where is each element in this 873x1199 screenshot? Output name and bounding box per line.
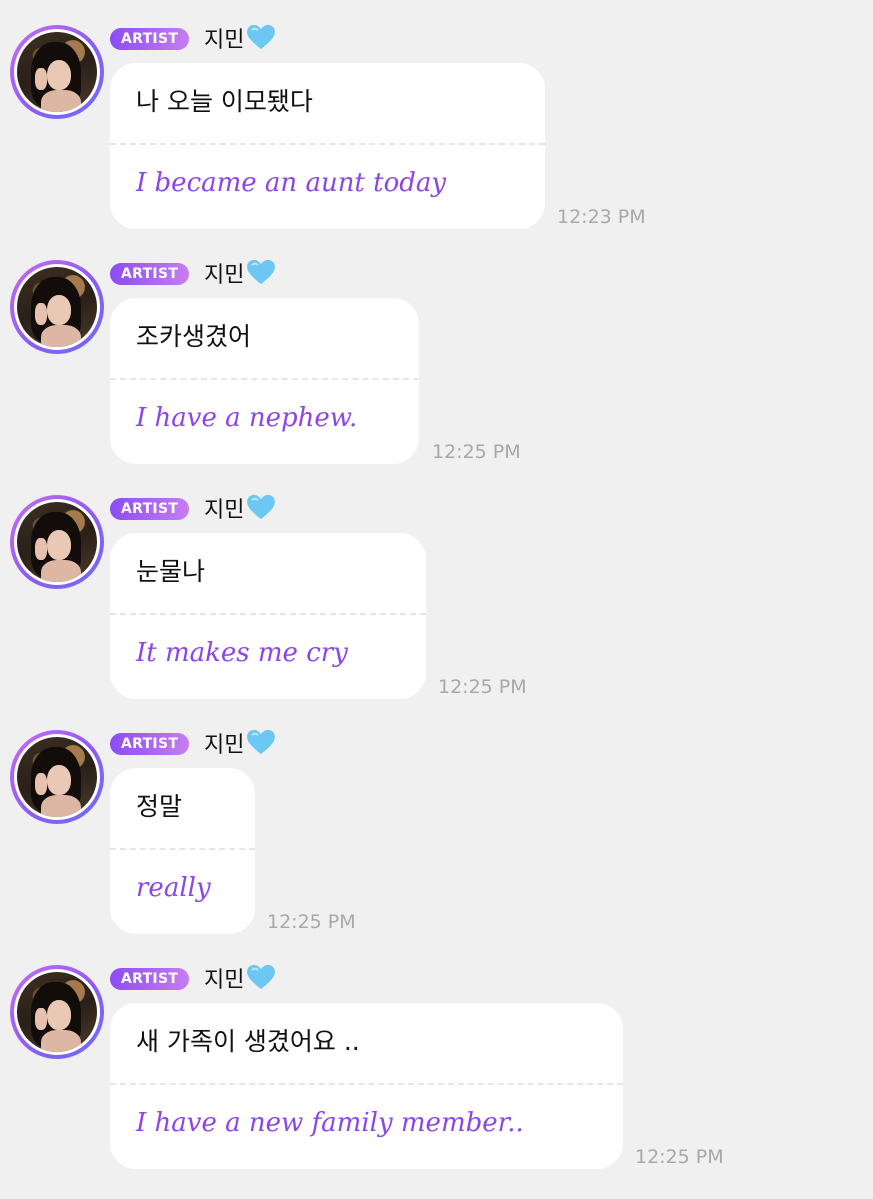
message-text: 정말: [136, 792, 183, 821]
artist-badge: ARTIST: [110, 498, 190, 520]
message-bubble[interactable]: 눈물나 It makes me cry: [110, 533, 426, 699]
avatar-photo: [17, 737, 97, 817]
avatar-ring: [14, 264, 100, 350]
sender-name: 지민: [204, 968, 245, 993]
chat-message: ARTIST 지민 새 가족이 생겼어요 .. I have a new fam…: [0, 940, 873, 1175]
chat-message: ARTIST 지민 나 오늘 이모됐다 I became an aunt tod…: [0, 0, 873, 235]
chat-message: ARTIST 지민 정말 really 12:25 PM: [0, 705, 873, 940]
message-text: 새 가족이 생겼어요 ..: [136, 1027, 360, 1056]
artist-avatar[interactable]: [10, 25, 104, 119]
sender-name: 지민: [204, 28, 245, 53]
sender-name-row: 지민: [204, 964, 276, 994]
light-blue-heart-icon: [247, 729, 276, 755]
bubble-divider: [110, 143, 545, 145]
sender-name-row: 지민: [204, 259, 276, 289]
avatar-photo: [17, 32, 97, 112]
message-bubble[interactable]: 정말 really: [110, 768, 255, 934]
translation-text: I have a nephew.: [136, 403, 358, 433]
sender-name: 지민: [204, 498, 245, 523]
artist-avatar[interactable]: [10, 965, 104, 1059]
bubble-divider: [110, 378, 419, 380]
light-blue-heart-icon: [247, 494, 276, 520]
sender-name-row: 지민: [204, 24, 276, 54]
avatar-ring: [14, 29, 100, 115]
sender-name-row: 지민: [204, 494, 276, 524]
translation-text: I became an aunt today: [136, 168, 447, 198]
message-timestamp: 12:25 PM: [635, 1146, 724, 1168]
translation-text: I have a new family member..: [136, 1108, 524, 1138]
message-bubble[interactable]: 나 오늘 이모됐다 I became an aunt today: [110, 63, 545, 229]
sender-name-row: 지민: [204, 729, 276, 759]
artist-badge: ARTIST: [110, 733, 190, 755]
bubble-divider: [110, 848, 255, 850]
chat-message: ARTIST 지민 눈물나 It makes me cry 12:25 PM: [0, 470, 873, 705]
light-blue-heart-icon: [247, 964, 276, 990]
artist-avatar[interactable]: [10, 730, 104, 824]
avatar-ring: [14, 969, 100, 1055]
message-text: 조카생겼어: [136, 322, 252, 351]
message-timestamp: 12:25 PM: [438, 676, 527, 698]
translation-text: really: [136, 873, 211, 903]
avatar-photo: [17, 972, 97, 1052]
artist-badge: ARTIST: [110, 968, 190, 990]
artist-badge: ARTIST: [110, 28, 190, 50]
message-timestamp: 12:23 PM: [557, 206, 646, 228]
translation-text: It makes me cry: [136, 638, 348, 668]
bubble-divider: [110, 1083, 623, 1085]
avatar-ring: [14, 734, 100, 820]
light-blue-heart-icon: [247, 24, 276, 50]
message-bubble[interactable]: 조카생겼어 I have a nephew.: [110, 298, 419, 464]
artist-badge: ARTIST: [110, 263, 190, 285]
message-text: 눈물나: [136, 557, 206, 586]
avatar-photo: [17, 502, 97, 582]
avatar-ring: [14, 499, 100, 585]
artist-avatar[interactable]: [10, 495, 104, 589]
message-timestamp: 12:25 PM: [267, 911, 356, 933]
message-text: 나 오늘 이모됐다: [136, 87, 313, 116]
sender-name: 지민: [204, 733, 245, 758]
light-blue-heart-icon: [247, 259, 276, 285]
message-bubble[interactable]: 새 가족이 생겼어요 .. I have a new family member…: [110, 1003, 623, 1169]
message-timestamp: 12:25 PM: [432, 441, 521, 463]
bubble-divider: [110, 613, 426, 615]
chat-message: ARTIST 지민 조카생겼어 I have a nephew. 12:25 P…: [0, 235, 873, 470]
artist-avatar[interactable]: [10, 260, 104, 354]
sender-name: 지민: [204, 263, 245, 288]
avatar-photo: [17, 267, 97, 347]
